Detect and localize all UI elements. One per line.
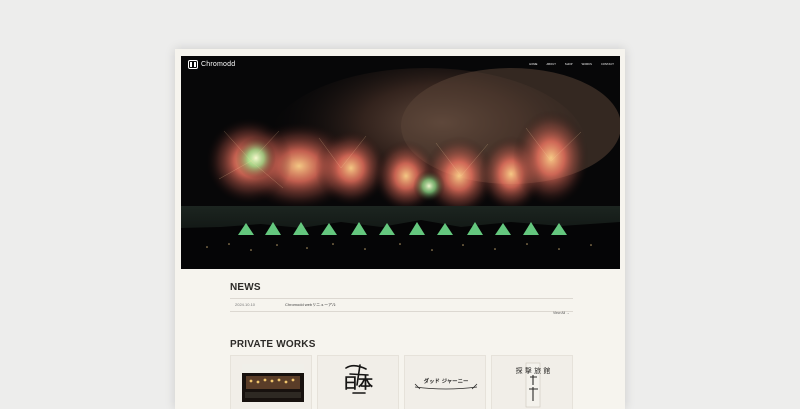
brand-logo[interactable]: Chromodd (188, 60, 235, 69)
work-thumbnail-3: ダッド ジャーニー (414, 377, 478, 390)
work-card-4[interactable]: 探 撃 旅 館 (491, 355, 573, 409)
private-works-heading: PRIVATE WORKS (230, 339, 316, 350)
website-preview: Chromodd HOME ABOUT SHOP WORKS CONTACT N… (175, 49, 625, 409)
private-works-grid: 日本 ダッド ジャーニー 探 撃 旅 館 (230, 355, 573, 409)
work-card-2[interactable]: 日本 (317, 355, 399, 409)
news-item[interactable]: 2024.10.10 Chromodd webリニューアル (230, 298, 573, 312)
nav-item-about[interactable]: ABOUT (546, 63, 555, 66)
work-thumbnail-4: 探 撃 旅 館 (516, 362, 551, 408)
brand-name: Chromodd (201, 61, 236, 68)
fireworks-image (181, 56, 620, 269)
nav-item-contact[interactable]: CONTACT (601, 63, 614, 66)
news-text: Chromodd webリニューアル (285, 302, 336, 307)
news-date: 2024.10.10 (235, 302, 256, 307)
nav-item-home[interactable]: HOME (529, 63, 537, 66)
news-heading: NEWS (230, 282, 261, 293)
work-card-3-title: ダッド ジャーニー (424, 377, 469, 385)
top-navigation: HOME ABOUT SHOP WORKS CONTACT (529, 63, 614, 66)
work-card-1[interactable] (230, 355, 312, 409)
work-thumbnail-1 (242, 364, 304, 402)
nav-item-shop[interactable]: SHOP (565, 63, 573, 66)
work-card-3[interactable]: ダッド ジャーニー (404, 355, 486, 409)
work-thumbnail-2: 日本 (343, 364, 373, 394)
nav-item-works[interactable]: WORKS (582, 63, 592, 66)
view-all-link[interactable]: View All → (553, 311, 570, 315)
brand-mark-icon (188, 60, 198, 69)
work-card-4-title: 探 撃 旅 館 (516, 366, 551, 375)
hero-image: Chromodd HOME ABOUT SHOP WORKS CONTACT (181, 56, 620, 269)
